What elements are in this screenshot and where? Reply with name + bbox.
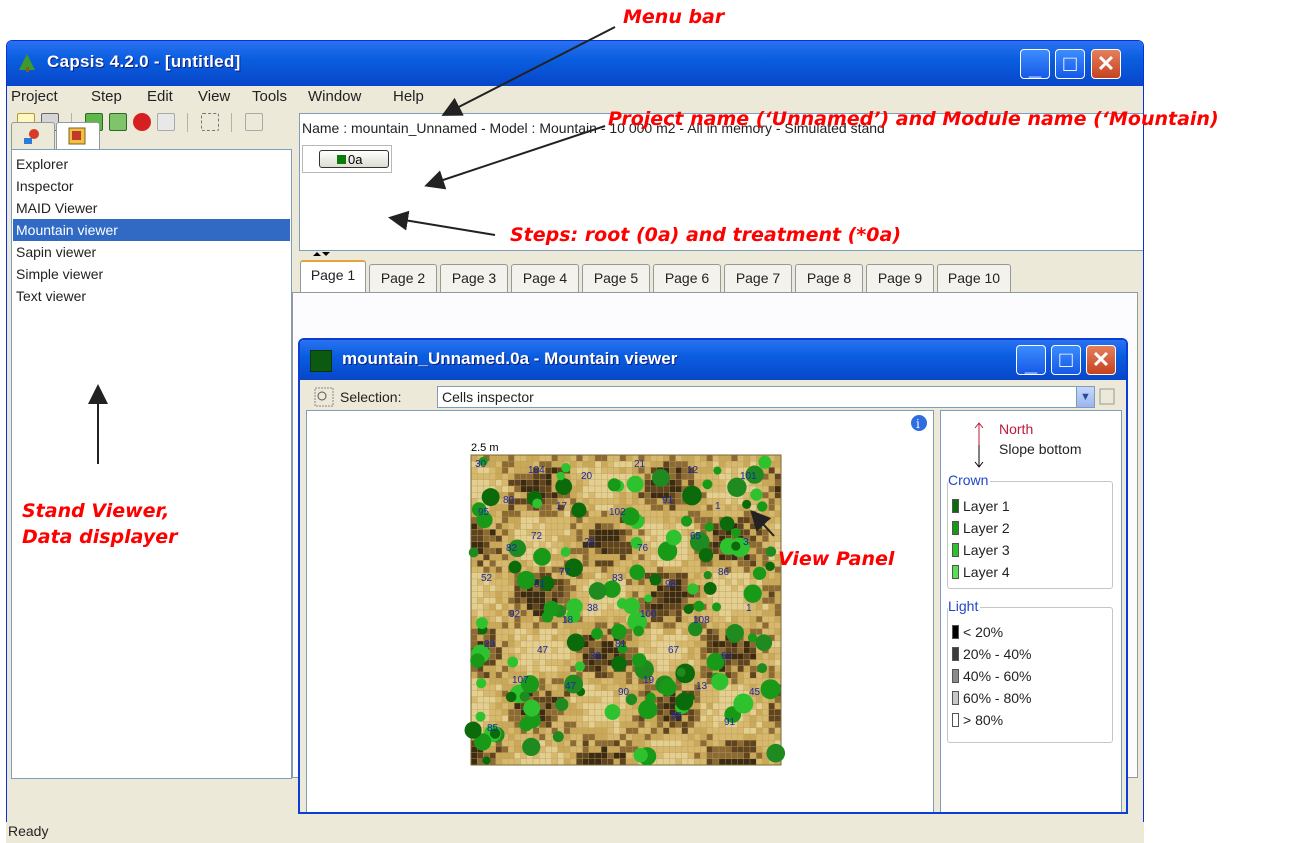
project-name-arrow [424,125,606,190]
view-panel-arrow [750,510,775,537]
menu-bar-arrow [441,26,616,116]
annotation-stand-viewer: Stand Viewer, [22,500,170,522]
steps-arrow [388,210,496,236]
annotation-data-displayer: Data displayer [22,526,178,548]
annotation-steps: Steps: root (0a) and treatment (*0a) [510,224,902,246]
annotation-project-name: Project name (‘Unnamed’) and Module name… [608,108,1219,130]
annotation-menu-bar: Menu bar [623,6,725,28]
annotation-view-panel: View Panel [778,548,895,570]
